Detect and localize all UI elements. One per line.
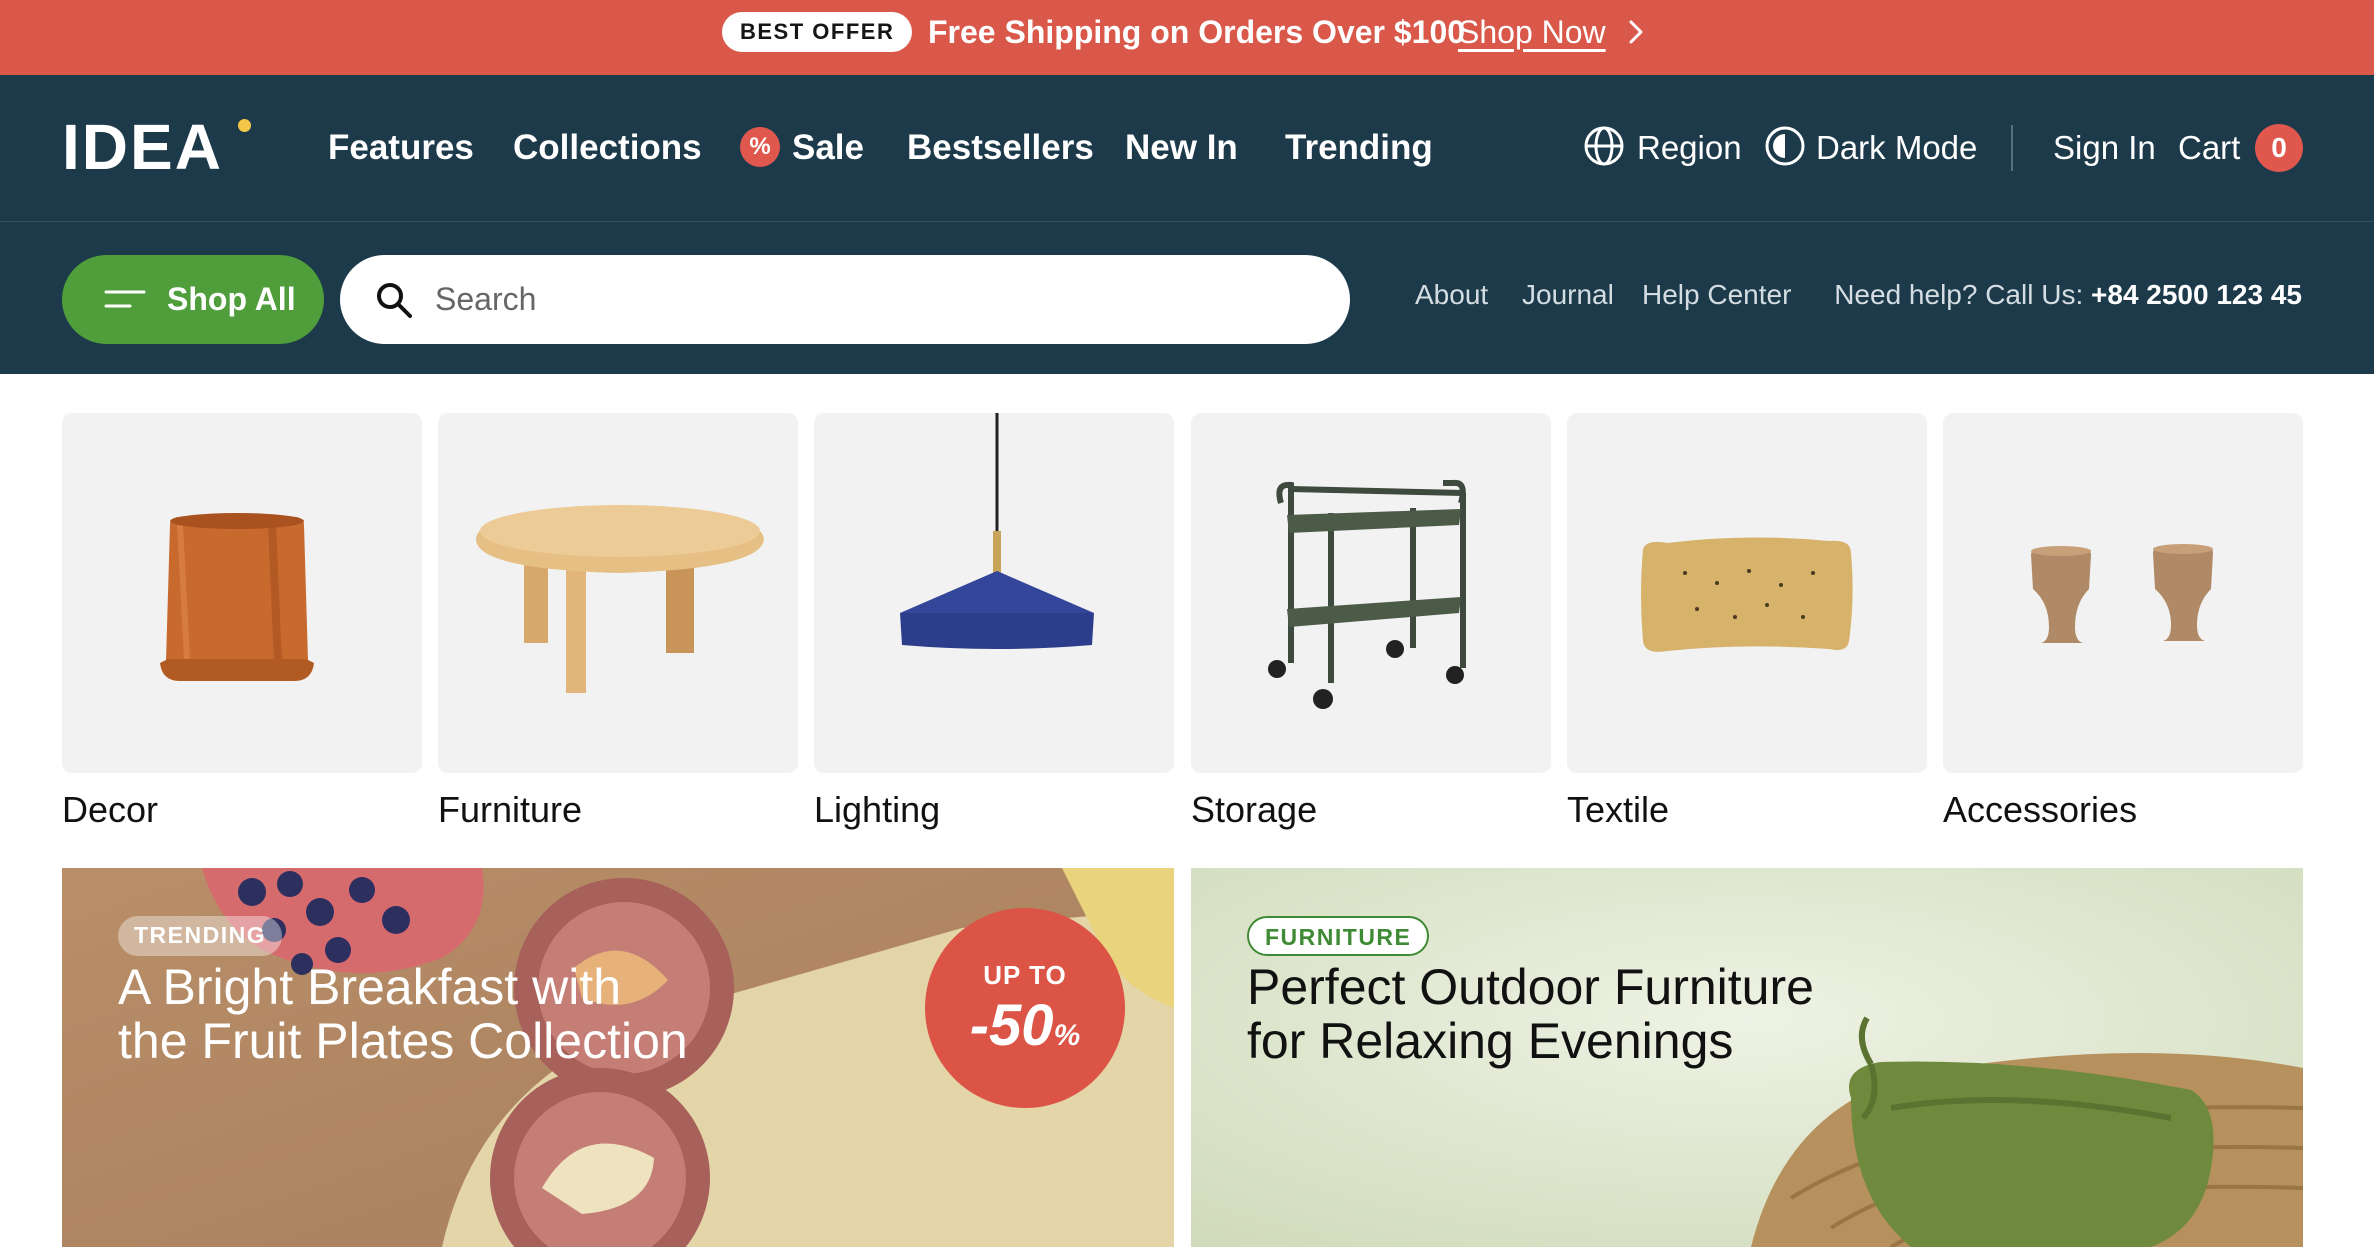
shop-all-label: Shop All — [167, 281, 296, 317]
help-prefix: Need help? Call Us: — [1834, 279, 2084, 310]
category-storage[interactable]: Storage — [1191, 413, 1551, 833]
sign-in-link[interactable]: Sign In — [2053, 125, 2156, 171]
card-title-line: Perfect Outdoor Furniture — [1247, 959, 1814, 1015]
card-title-line: A Bright Breakfast with — [118, 959, 622, 1015]
sub-header: Shop All About Journal Help Center Need … — [0, 221, 2374, 374]
cart-button[interactable]: Cart — [2178, 125, 2240, 171]
cart-count-badge[interactable]: 0 — [2255, 124, 2303, 172]
menu-icon — [104, 290, 146, 308]
category-decor[interactable]: Decor — [62, 413, 422, 833]
pendant-lamp-image — [900, 413, 1094, 649]
category-label[interactable]: Lighting — [814, 787, 1174, 833]
contrast-icon — [1765, 126, 1805, 166]
percent-icon: % — [740, 127, 780, 167]
wooden-stools-image — [2031, 544, 2213, 643]
discount-value: -50% — [925, 994, 1125, 1068]
category-label[interactable]: Decor — [62, 787, 422, 833]
category-lighting[interactable]: Lighting — [814, 413, 1174, 833]
planter-image — [160, 513, 314, 681]
logo[interactable]: IDEA — [62, 111, 223, 183]
category-accessories[interactable]: Accessories — [1943, 413, 2303, 833]
card-title-line: for Relaxing Evenings — [1247, 1013, 1734, 1069]
cushion-image — [1641, 537, 1853, 652]
promo-card-furniture[interactable]: FURNITURE Perfect Outdoor Furniture for … — [1191, 868, 2303, 1247]
category-image[interactable] — [1943, 413, 2303, 773]
nav-bestsellers[interactable]: Bestsellers — [907, 125, 1094, 171]
card-tag: FURNITURE — [1247, 916, 1430, 956]
main-header: IDEA Features Collections % Sale Bestsel… — [0, 75, 2374, 221]
journal-link[interactable]: Journal — [1522, 275, 1614, 315]
globe-icon — [1584, 126, 1624, 166]
promo-text: Free Shipping on Orders Over $100 — [928, 14, 1466, 50]
chevron-right-icon[interactable] — [1622, 18, 1650, 46]
category-label[interactable]: Storage — [1191, 787, 1551, 833]
category-furniture[interactable]: Furniture — [438, 413, 798, 833]
region-button[interactable]: Region — [1637, 125, 1742, 171]
category-image[interactable] — [1191, 413, 1551, 773]
category-label[interactable]: Textile — [1567, 787, 1927, 833]
nav-trending[interactable]: Trending — [1285, 125, 1433, 171]
category-image[interactable] — [1567, 413, 1927, 773]
discount-label: UP TO — [983, 960, 1067, 990]
card-title-line: the Fruit Plates Collection — [118, 1013, 688, 1069]
promo-card-trending[interactable]: TRENDING A Bright Breakfast with the Fru… — [62, 868, 1174, 1247]
category-image[interactable] — [62, 413, 422, 773]
help-phone[interactable]: +84 2500 123 45 — [2091, 279, 2302, 310]
card-tag: TRENDING — [118, 916, 283, 956]
card-title[interactable]: Perfect Outdoor Furniture for Relaxing E… — [1247, 960, 2007, 1068]
help-center-link[interactable]: Help Center — [1642, 275, 1791, 315]
category-textile[interactable]: Textile — [1567, 413, 1927, 833]
search-icon — [377, 283, 412, 318]
search-input[interactable] — [435, 275, 1315, 323]
nav-features[interactable]: Features — [328, 125, 474, 171]
card-title[interactable]: A Bright Breakfast with the Fruit Plates… — [118, 960, 878, 1068]
discount-badge: UP TO -50% — [925, 908, 1125, 1108]
category-label[interactable]: Accessories — [1943, 787, 2303, 833]
category-image[interactable] — [814, 413, 1174, 773]
trolley-image — [1268, 479, 1466, 709]
nav-sale[interactable]: Sale — [792, 125, 864, 171]
logo-dot — [238, 119, 251, 132]
nav-collections[interactable]: Collections — [513, 125, 702, 171]
dark-mode-toggle[interactable]: Dark Mode — [1816, 125, 1977, 171]
category-label[interactable]: Furniture — [438, 787, 798, 833]
about-link[interactable]: About — [1415, 275, 1488, 315]
help-contact: Need help? Call Us: +84 2500 123 45 — [1834, 275, 2302, 315]
nav-new-in[interactable]: New In — [1125, 125, 1238, 171]
discount-suffix: % — [1053, 1019, 1081, 1052]
shop-all-button[interactable]: Shop All — [62, 255, 324, 344]
discount-number: -50 — [969, 993, 1054, 1058]
best-offer-badge: BEST OFFER — [722, 12, 913, 52]
search-bar[interactable] — [340, 255, 1350, 344]
header-divider — [2011, 125, 2013, 171]
category-image[interactable] — [438, 413, 798, 773]
shop-now-link[interactable]: Shop Now — [1458, 12, 1606, 52]
round-table-image — [476, 505, 764, 693]
promo-bar: BEST OFFER Free Shipping on Orders Over … — [0, 0, 2374, 75]
